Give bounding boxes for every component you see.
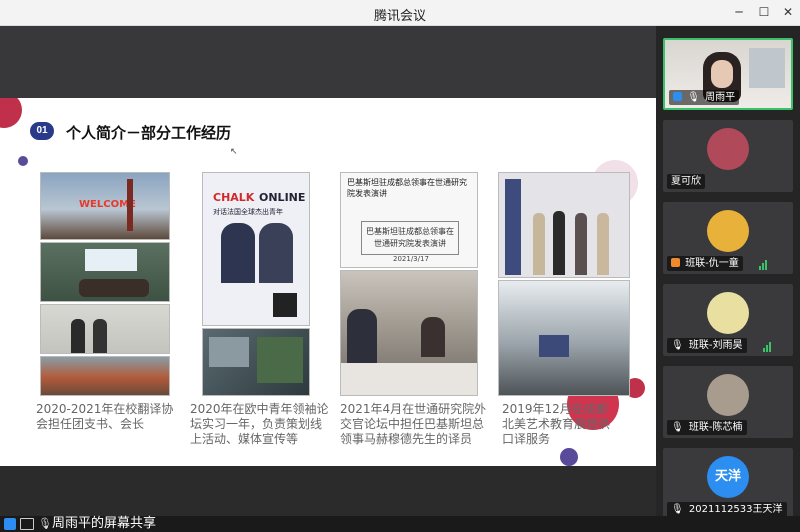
article-box: 巴基斯坦驻成都总领事在世通研究院发表演讲 <box>361 221 459 255</box>
mic-muted-icon: 🎙 <box>671 504 684 515</box>
photo-forum-poster: CHALK ONLINE 对话法国全球杰出青年 <box>202 172 310 326</box>
photo-consul-forum <box>340 270 478 396</box>
deco-dot <box>560 448 578 466</box>
participant-name: 夏可欣 <box>667 174 705 189</box>
mic-muted-icon: 🎙 <box>671 422 684 433</box>
participant-name-text: 班联-仇一童 <box>685 258 739 269</box>
person <box>597 213 609 275</box>
article-date: 2021/3/17 <box>393 255 429 263</box>
person <box>553 211 565 275</box>
window-title: 腾讯会议 <box>373 9 426 24</box>
group-people <box>79 279 149 297</box>
participant-sidebar: 🎙 周雨平 夏可欣 班联-仇一童 🎙 班联-刘雨昊 🎙 班联-陈芯楠 天洋 🎙 … <box>656 26 800 520</box>
speaker-1 <box>221 223 255 283</box>
audio-level-icon <box>759 260 769 270</box>
chalk-text: CHALK <box>213 191 255 204</box>
photo-two-girls <box>40 304 170 354</box>
article-title: 巴基斯坦驻成都总领事在世通研究院发表演讲 <box>347 178 467 198</box>
participant-tile[interactable]: 班联-仇一童 <box>663 202 793 274</box>
user-icon <box>671 258 680 267</box>
caption-3: 2021年4月在世通研究院外交官论坛中担任巴基斯坦总领事马赫穆德先生的译员 <box>340 402 487 446</box>
person <box>575 213 587 275</box>
participant-tile[interactable]: 🎙 周雨平 <box>663 38 793 110</box>
banner <box>505 179 521 275</box>
participant-name: 🎙 班联-陈芯楠 <box>667 420 747 435</box>
photo-golden-gate: WELCOME <box>40 172 170 240</box>
mic-icon[interactable]: 🎙 <box>38 516 52 532</box>
photo-classroom <box>40 242 170 302</box>
online-text: ONLINE <box>259 191 306 204</box>
video-frame <box>257 337 303 383</box>
deco-circle <box>0 98 22 128</box>
slide-heading: 个人简介－部分工作经历 <box>66 124 232 142</box>
minimize-icon[interactable]: ─ <box>730 3 748 21</box>
participant-name-text: 周雨平 <box>705 92 736 103</box>
mic-icon: 🎙 <box>671 340 684 351</box>
participant-name: 🎙 2021112533王天洋 <box>667 502 787 517</box>
caption-1: 2020-2021年在校翻译协会担任团支书、会长 <box>36 402 174 431</box>
avatar <box>707 210 749 252</box>
bottom-bar: 🎙 周雨平的屏幕共享 <box>0 516 800 532</box>
caption-4: 2019年12月在成都北美艺术教育展提供口译服务 <box>502 402 611 446</box>
person <box>93 319 107 353</box>
presentation-slide: 01 个人简介－部分工作经历 WELCOME CHALK ONLINE 对话法国… <box>0 98 656 466</box>
caption-2: 2020年在欧中青年领袖论坛实习一年，负责策划线上活动、媒体宣传等 <box>190 402 329 446</box>
avatar <box>707 128 749 170</box>
person-face <box>711 60 733 88</box>
photo-expo-hall <box>498 280 630 396</box>
projector-screen <box>85 249 137 271</box>
avatar <box>707 374 749 416</box>
screen <box>539 335 569 357</box>
photo-group-temple <box>40 356 170 396</box>
participant-name-text: 班联-刘雨昊 <box>688 340 743 351</box>
shared-screen: 01 个人简介－部分工作经历 WELCOME CHALK ONLINE 对话法国… <box>0 26 656 516</box>
participant-tile[interactable]: 夏可欣 <box>663 120 793 192</box>
person <box>421 317 445 357</box>
close-icon[interactable]: ✕ <box>779 3 797 21</box>
maximize-icon[interactable]: ☐ <box>755 3 773 21</box>
mouse-cursor-icon: ↖ <box>230 146 238 156</box>
forum-subtitle: 对话法国全球杰出青年 <box>213 208 283 216</box>
mic-muted-icon: 🎙 <box>687 92 700 103</box>
section-badge: 01 <box>30 122 54 140</box>
participant-tile[interactable]: 天洋 🎙 2021112533王天洋 <box>663 448 793 520</box>
user-icon <box>4 518 16 530</box>
photo-expo-booth <box>498 172 630 278</box>
user-icon <box>673 92 682 101</box>
participant-name: 🎙 周雨平 <box>669 90 740 105</box>
slide-top-band <box>0 26 656 98</box>
screen-share-label: 周雨平的屏幕共享 <box>52 516 157 531</box>
photo-article-header: 巴基斯坦驻成都总领事在世通研究院发表演讲 巴基斯坦驻成都总领事在世通研究院发表演… <box>340 172 478 268</box>
person <box>71 319 85 353</box>
participant-name: 🎙 班联-刘雨昊 <box>667 338 747 353</box>
person <box>533 213 545 275</box>
bridge-tower <box>127 179 133 231</box>
table <box>341 363 477 395</box>
person <box>347 309 377 369</box>
participant-tile[interactable]: 🎙 班联-刘雨昊 <box>663 284 793 356</box>
participant-name-text: 班联-陈芯楠 <box>688 422 743 433</box>
avatar <box>707 292 749 334</box>
title-bar: 腾讯会议 ─ ☐ ✕ <box>0 0 800 26</box>
photo-video-call <box>202 328 310 396</box>
avatar: 天洋 <box>707 456 749 498</box>
deco-dot <box>18 156 28 166</box>
video-frame <box>209 337 249 367</box>
speaker-2 <box>259 223 293 283</box>
participant-tile[interactable]: 🎙 班联-陈芯楠 <box>663 366 793 438</box>
audio-level-icon <box>763 342 773 352</box>
qr-code <box>273 293 297 317</box>
screen-share-icon <box>20 518 34 530</box>
background-window <box>749 48 785 88</box>
participant-name: 班联-仇一童 <box>667 256 743 271</box>
participant-name-text: 2021112533王天洋 <box>688 504 783 515</box>
